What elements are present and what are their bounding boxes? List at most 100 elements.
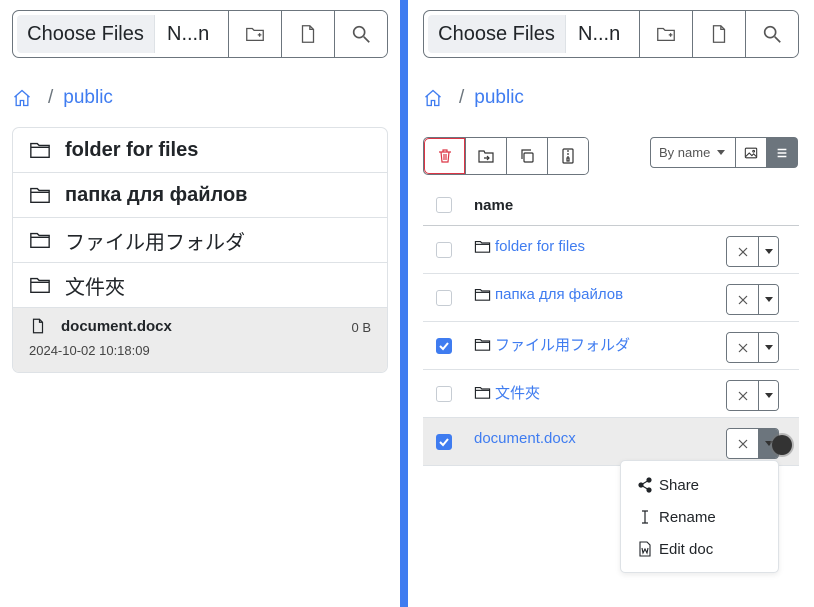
breadcrumb-separator: / [459, 87, 465, 108]
search-button[interactable] [745, 11, 798, 57]
file-list: folder for files папка для файлов ファイル用フ… [12, 127, 388, 373]
right-pane: Choose Files N...n / public By name name… [410, 0, 814, 607]
row-delete-button[interactable] [727, 333, 758, 362]
new-file-button[interactable] [281, 11, 334, 57]
upload-toolbar: Choose Files N...n [423, 10, 799, 58]
row-name-label: ファイル用フォルダ [495, 337, 631, 354]
row-name-link[interactable]: папка для файлов [474, 286, 623, 303]
row-name-label: folder for files [495, 238, 586, 255]
sort-select[interactable]: By name [650, 137, 736, 168]
pane-divider [400, 0, 408, 607]
trash-icon [438, 149, 451, 163]
row-actions [726, 236, 779, 267]
folder-icon [474, 288, 491, 301]
new-folder-button[interactable] [228, 11, 281, 57]
list-item-folder[interactable]: ファイル用フォルダ [13, 218, 387, 263]
new-folder-button[interactable] [639, 11, 692, 57]
folder-icon [474, 386, 491, 399]
row-delete-button[interactable] [727, 285, 758, 314]
bulk-actions [423, 137, 589, 175]
list-item-file[interactable]: document.docx 0 B 2024-10-02 10:18:09 [13, 308, 387, 372]
grid-view-button[interactable] [736, 137, 767, 168]
table-row[interactable]: folder for files [423, 226, 799, 274]
row-delete-button[interactable] [727, 381, 758, 410]
folder-icon [30, 142, 50, 159]
folder-icon [30, 232, 50, 249]
left-pane: Choose Files N...n / public folder for f… [0, 0, 400, 607]
home-icon[interactable] [12, 88, 32, 108]
list-icon [777, 148, 787, 157]
choose-files-button[interactable]: Choose Files [17, 15, 155, 53]
list-item-label: папка для файлов [65, 183, 248, 206]
row-name-link[interactable]: ファイル用フォルダ [474, 334, 630, 355]
row-checkbox[interactable] [436, 337, 452, 354]
caret-down-icon [764, 393, 773, 398]
menu-item-edit-doc[interactable]: Edit doc [621, 533, 778, 565]
word-doc-icon [639, 541, 651, 557]
upload-toolbar: Choose Files N...n [12, 10, 388, 58]
row-dropdown-toggle[interactable] [758, 381, 778, 410]
row-checkbox[interactable] [436, 289, 452, 306]
row-name-label: document.docx [474, 430, 576, 447]
share-icon [638, 477, 652, 493]
breadcrumb-public[interactable]: public [474, 87, 524, 109]
row-checkbox[interactable] [436, 241, 452, 258]
file-name: document.docx [61, 317, 172, 335]
list-item-label: ファイル用フォルダ [65, 231, 245, 254]
new-file-button[interactable] [692, 11, 745, 57]
row-name-link[interactable]: document.docx [474, 430, 576, 447]
table-row[interactable]: папка для файлов [423, 274, 799, 322]
close-icon [738, 391, 747, 400]
row-checkbox[interactable] [436, 433, 452, 450]
row-delete-button[interactable] [727, 237, 758, 266]
sort-selected-value: By name [659, 145, 711, 160]
row-dropdown-toggle[interactable] [758, 285, 778, 314]
list-view-button[interactable] [767, 137, 798, 168]
row-actions [726, 332, 779, 363]
breadcrumb-public[interactable]: public [63, 87, 113, 109]
close-icon [738, 295, 747, 304]
move-button[interactable] [465, 138, 506, 174]
menu-item-label: Rename [659, 508, 716, 526]
column-header-name[interactable]: name [474, 197, 513, 214]
row-dropdown-menu: Share Rename Edit doc [620, 460, 779, 573]
select-all-checkbox[interactable] [436, 197, 452, 213]
search-icon [763, 25, 781, 43]
row-checkbox[interactable] [436, 385, 452, 402]
file-table: name folder for files папка для файлов フ… [423, 185, 799, 466]
menu-item-share[interactable]: Share [621, 469, 778, 501]
table-row[interactable]: document.docx [423, 418, 799, 466]
folder-plus-icon [246, 27, 264, 42]
folder-icon [474, 338, 491, 351]
list-item-folder[interactable]: folder for files [13, 128, 387, 173]
file-icon [32, 318, 44, 334]
delete-button[interactable] [424, 138, 465, 174]
list-item-label: folder for files [65, 138, 199, 161]
row-delete-button[interactable] [727, 429, 758, 458]
folder-plus-icon [657, 27, 675, 42]
table-row[interactable]: ファイル用フォルダ [423, 322, 799, 370]
file-size: 0 B [351, 320, 371, 335]
row-name-label: 文件夾 [495, 385, 541, 402]
row-dropdown-toggle[interactable] [758, 333, 778, 362]
home-icon[interactable] [423, 88, 443, 108]
row-actions [726, 284, 779, 315]
row-name-label: папка для файлов [495, 286, 624, 303]
table-row[interactable]: 文件夾 [423, 370, 799, 418]
close-icon [738, 439, 747, 448]
copy-button[interactable] [506, 138, 547, 174]
move-icon [478, 150, 494, 163]
row-dropdown-toggle[interactable] [758, 237, 778, 266]
search-button[interactable] [334, 11, 387, 57]
list-item-folder[interactable]: папка для файлов [13, 173, 387, 218]
row-name-link[interactable]: folder for files [474, 238, 585, 255]
caret-down-icon [764, 249, 773, 254]
list-item-folder[interactable]: 文件夾 [13, 263, 387, 308]
selected-file-name: N...n [167, 22, 210, 45]
close-icon [738, 343, 747, 352]
zip-button[interactable] [547, 138, 588, 174]
menu-item-rename[interactable]: Rename [621, 501, 778, 533]
row-name-link[interactable]: 文件夾 [474, 382, 540, 403]
choose-files-button[interactable]: Choose Files [428, 15, 566, 53]
table-header: name [423, 185, 799, 226]
